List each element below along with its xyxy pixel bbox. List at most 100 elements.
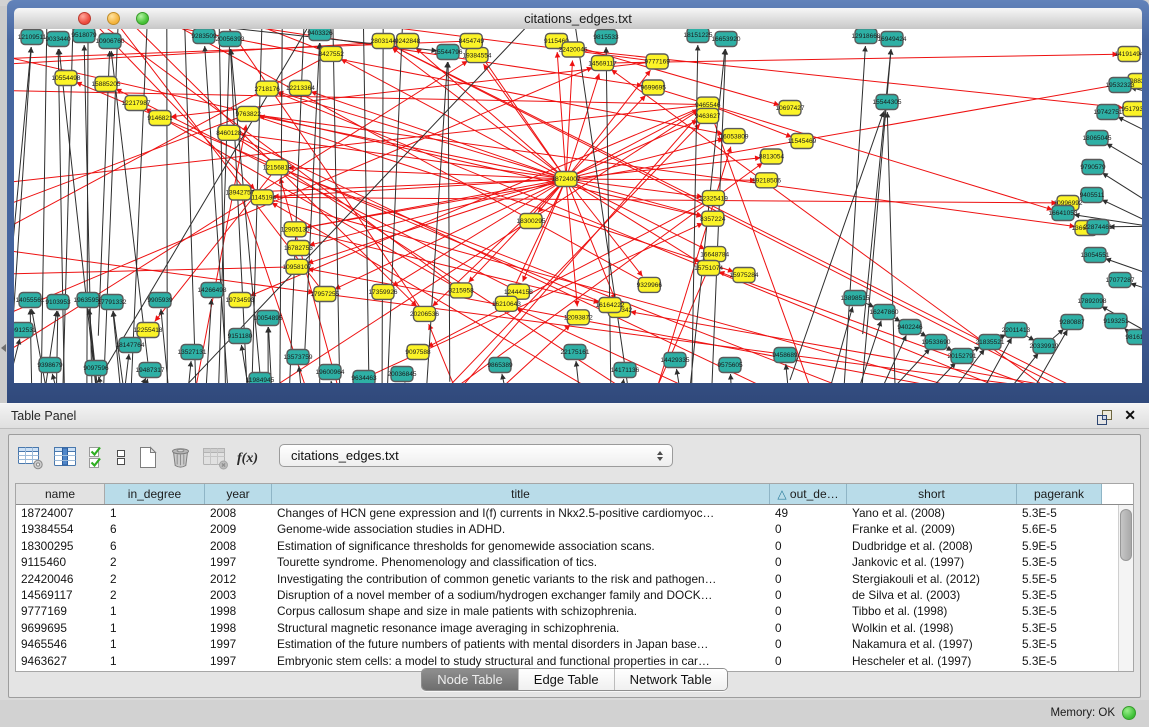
table-panel-header[interactable]: Table Panel ✕ — [0, 403, 1149, 429]
graph-node-label: 9699695 — [641, 85, 667, 92]
graph-node-label: 20339919 — [1030, 343, 1059, 350]
table-body[interactable]: 1872400712008Changes of HCN gene express… — [16, 505, 1118, 671]
edge-arrowhead — [675, 369, 681, 375]
table-cell: 1 — [105, 505, 205, 521]
graph-edge — [295, 229, 599, 302]
graph-node-label: 22874461 — [1084, 224, 1113, 231]
table-row[interactable]: 969969511998Structural magnetic resonanc… — [16, 620, 1118, 636]
close-panel-icon[interactable]: ✕ — [1124, 407, 1136, 424]
network-graph-svg[interactable]: 1872400718300295193845549115460224200461… — [14, 29, 1142, 383]
table-panel: Table Panel ✕ — [0, 403, 1149, 700]
graph-node-label: 9458689 — [772, 352, 798, 359]
node-table: namein_degreeyeartitle△ out_de…shortpage… — [15, 483, 1134, 672]
table-cell: 22420046 — [16, 571, 105, 587]
graph-node-label: 12325419 — [699, 195, 728, 202]
table-row[interactable]: 946554611997Estimation of the future num… — [16, 636, 1118, 652]
scrollbar-thumb[interactable] — [1120, 509, 1132, 561]
graph-node-label: 14171136 — [611, 367, 640, 374]
table-cell: 9115460 — [16, 554, 105, 570]
new-column-button[interactable] — [136, 443, 160, 470]
graph-edge — [405, 383, 427, 384]
graph-node-label: 16641053 — [1049, 210, 1078, 217]
edge-arrowhead — [16, 339, 21, 345]
graph-node-label: 9146821 — [147, 115, 173, 122]
tab-network-table[interactable]: Network Table — [615, 669, 727, 690]
column-header-pagerank[interactable]: pagerank — [1017, 484, 1102, 504]
table-row[interactable]: 911546021997Tourette syndrome. Phenomeno… — [16, 554, 1118, 570]
edge-arrowhead — [862, 46, 868, 52]
edge-arrowhead — [645, 70, 651, 76]
graph-node-label: 16648784 — [700, 251, 729, 258]
table-row[interactable]: 2242004622012Investigating the contribut… — [16, 571, 1118, 587]
column-header-year[interactable]: year — [205, 484, 272, 504]
table-cell: 5.3E-5 — [1017, 620, 1102, 636]
graph-node-label: 22420046 — [559, 47, 588, 54]
function-builder-button[interactable]: f(x) — [237, 443, 258, 470]
table-row[interactable]: 1456911722003Disruption of a novel membe… — [16, 587, 1118, 603]
graph-edge — [603, 54, 1119, 63]
table-row[interactable]: 1872400712008Changes of HCN gene express… — [16, 505, 1118, 521]
rows-mode-button[interactable] — [114, 443, 128, 470]
graph-node-label: 9405511 — [1080, 192, 1105, 199]
table-options-button[interactable] — [17, 443, 44, 470]
graph-node-label: 12217987 — [122, 100, 151, 107]
graph-edge — [205, 46, 231, 383]
table-selector-dropdown[interactable]: citations_edges.txt — [279, 444, 673, 467]
tab-edge-table[interactable]: Edge Table — [519, 669, 615, 690]
table-row[interactable]: 977716911998Corpus callosum shape and si… — [16, 603, 1118, 619]
graph-edge — [416, 48, 566, 179]
graph-node-label: 19487317 — [136, 367, 165, 374]
graph-node-label: 16949424 — [878, 36, 907, 43]
graph-edge — [557, 52, 566, 179]
table-row[interactable]: 1830029562008Estimation of significance … — [16, 538, 1118, 554]
memory-indicator[interactable]: Memory: OK — [1050, 706, 1136, 720]
collapse-panel-arrow-icon[interactable] — [1, 344, 6, 352]
network-view-window[interactable]: citations_edges.txt 18724007183002951938… — [7, 0, 1149, 403]
graph-node-label: 18065045 — [1083, 135, 1112, 142]
graph-node-label: 17077287 — [1106, 277, 1135, 284]
graph-edge — [116, 89, 519, 292]
graph-node-label: 9815533 — [593, 34, 619, 41]
column-header-in_degree[interactable]: in_degree — [105, 484, 205, 504]
table-cell: 9465546 — [16, 636, 105, 652]
column-header-title[interactable]: title — [272, 484, 770, 504]
network-canvas[interactable]: 1872400718300295193845549115460224200461… — [14, 29, 1142, 383]
graph-node-label: 15751074 — [694, 265, 723, 272]
graph-node-label: 9865389 — [487, 362, 513, 369]
sort-ascending-icon: △ — [777, 487, 790, 501]
graph-node-label: 21835521 — [976, 339, 1005, 346]
table-cell: 2012 — [205, 571, 272, 587]
graph-node-label: 16247860 — [870, 309, 899, 316]
graph-node-label: 9103953 — [45, 299, 71, 306]
panel-divider[interactable] — [0, 6, 7, 403]
graph-node-label: 17892098 — [1078, 298, 1107, 305]
table-cell: Structural magnetic resonance image aver… — [272, 620, 770, 636]
show-columns-button[interactable] — [52, 443, 79, 470]
graph-node-label: 9518079 — [71, 32, 97, 39]
delete-button[interactable] — [168, 443, 193, 470]
graph-node-label: 3215958 — [448, 288, 474, 295]
column-header-name[interactable]: name — [16, 484, 105, 504]
column-header-out_de[interactable]: △ out_de… — [770, 484, 847, 504]
table-cell: 5.3E-5 — [1017, 587, 1102, 603]
select-columns-button[interactable] — [87, 443, 106, 470]
column-header-short[interactable]: short — [847, 484, 1017, 504]
graph-edge — [392, 48, 566, 179]
float-panel-icon[interactable] — [1096, 409, 1113, 430]
table-cell: Dudbridge et al. (2008) — [847, 538, 1017, 554]
graph-edge — [41, 29, 47, 383]
graph-node-label: 19532323 — [1106, 82, 1135, 89]
graph-node-label: 12918668 — [852, 33, 881, 40]
table-cell: Tourette syndrome. Phenomenology and cla… — [272, 554, 770, 570]
graph-edge — [863, 49, 891, 334]
vertical-scrollbar[interactable] — [1118, 505, 1133, 671]
tab-node-table[interactable]: Node Table — [422, 669, 519, 690]
graph-edge — [14, 267, 297, 275]
window-titlebar[interactable]: citations_edges.txt — [14, 8, 1142, 30]
graph-node-label: 18147764 — [116, 342, 145, 349]
graph-node-label: 9790579 — [1080, 164, 1106, 171]
table-row[interactable]: 1938455462009Genome-wide association stu… — [16, 521, 1118, 537]
graph-node-label: 8454749 — [459, 38, 485, 45]
graph-edge — [248, 114, 1075, 227]
table-row[interactable]: 946362711997Embryonic stem cells: a mode… — [16, 653, 1118, 669]
